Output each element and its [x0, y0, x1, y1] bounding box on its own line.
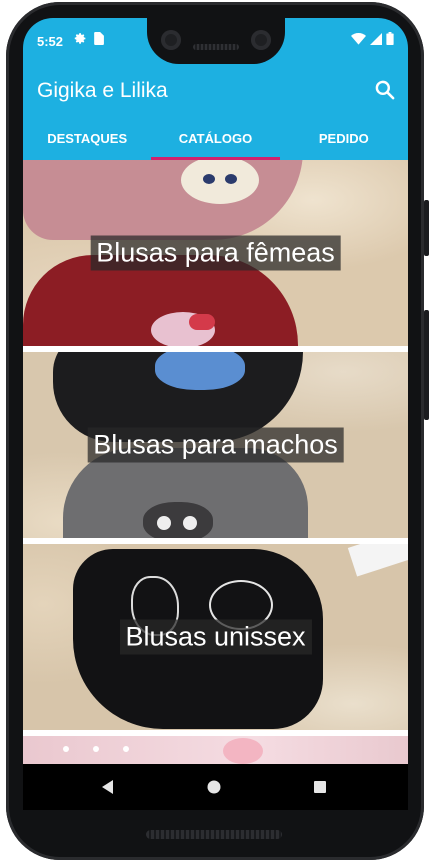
- tab-destaques[interactable]: DESTAQUES: [23, 115, 151, 160]
- catalog-card-machos[interactable]: Blusas para machos: [23, 352, 408, 538]
- app-bar: Gigika e Lilika: [23, 65, 408, 115]
- home-button[interactable]: [203, 776, 225, 798]
- status-time: 5:52: [37, 34, 64, 49]
- status-left-icons: [74, 32, 104, 45]
- sim-card-icon: [94, 32, 104, 45]
- app-title: Gigika e Lilika: [37, 79, 168, 102]
- catalog-card-label: Blusas para machos: [87, 427, 344, 463]
- recent-square-icon: [314, 781, 326, 793]
- product-photo: [155, 352, 245, 390]
- battery-icon: [386, 32, 394, 45]
- signal-icon: [370, 32, 382, 45]
- tab-label: PEDIDO: [318, 131, 369, 146]
- back-triangle-icon: [102, 780, 113, 794]
- gear-icon: [74, 33, 86, 44]
- catalog-card-label: Blusas para fêmeas: [90, 235, 341, 271]
- power-button: [424, 200, 429, 256]
- bottom-speaker: [146, 830, 282, 839]
- product-photo: [347, 544, 408, 577]
- tab-pedido[interactable]: PEDIDO: [280, 115, 408, 160]
- tab-catalogo[interactable]: CATÁLOGO: [151, 115, 280, 160]
- recent-apps-button[interactable]: [309, 776, 331, 798]
- status-right-icons: [351, 32, 394, 45]
- search-button[interactable]: [372, 77, 398, 103]
- product-photo: [223, 738, 263, 764]
- home-circle-icon: [207, 780, 221, 794]
- product-photo: [151, 312, 215, 346]
- device-screen: 5:52 Gigika e Lilika DESTAQUES CATÁLOGO …: [23, 18, 408, 810]
- front-camera: [251, 30, 271, 50]
- earpiece-speaker: [193, 44, 239, 50]
- catalog-card-femeas[interactable]: Blusas para fêmeas: [23, 160, 408, 346]
- catalog-list: Blusas para fêmeas Blusas para machos Bl…: [23, 160, 408, 764]
- product-photo: [23, 160, 303, 240]
- system-nav-bar: [23, 764, 408, 810]
- catalog-card-unissex[interactable]: Blusas unissex: [23, 544, 408, 730]
- camera-notch: [147, 18, 285, 64]
- tab-bar: DESTAQUES CATÁLOGO PEDIDO: [23, 115, 408, 160]
- back-button[interactable]: [97, 776, 119, 798]
- front-camera: [161, 30, 181, 50]
- wifi-icon: [351, 32, 366, 45]
- tab-label: CATÁLOGO: [178, 131, 253, 146]
- catalog-card-partial[interactable]: [23, 736, 408, 764]
- tab-label: DESTAQUES: [47, 131, 128, 146]
- search-icon: [375, 80, 395, 100]
- catalog-card-label: Blusas unissex: [119, 619, 312, 655]
- volume-button: [424, 310, 429, 420]
- product-photo: [143, 502, 213, 538]
